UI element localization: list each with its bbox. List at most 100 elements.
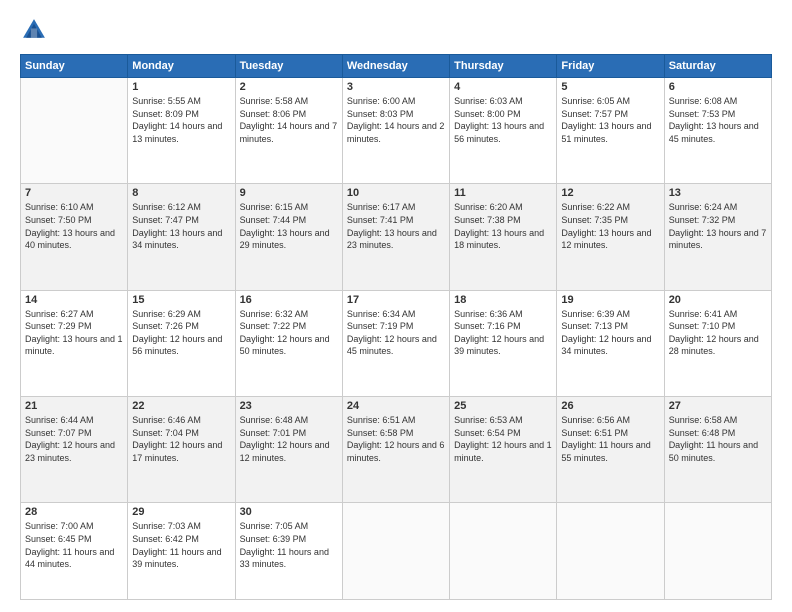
calendar-table: SundayMondayTuesdayWednesdayThursdayFrid… xyxy=(20,54,772,600)
calendar-cell: 12 Sunrise: 6:22 AMSunset: 7:35 PMDayligh… xyxy=(557,184,664,290)
day-info: Sunrise: 6:10 AMSunset: 7:50 PMDaylight:… xyxy=(25,201,123,251)
weekday-header-row: SundayMondayTuesdayWednesdayThursdayFrid… xyxy=(21,55,772,78)
calendar-week-5: 28Sunrise: 7:00 AMSunset: 6:45 PMDayligh… xyxy=(21,503,772,600)
day-number: 11 xyxy=(454,187,552,199)
day-number: 26 xyxy=(561,400,659,412)
day-info: Sunrise: 6:58 AMSunset: 6:48 PMDaylight:… xyxy=(669,414,767,464)
weekday-header-saturday: Saturday xyxy=(664,55,771,78)
day-number: 24 xyxy=(347,400,445,412)
day-info: Sunrise: 7:03 AMSunset: 6:42 PMDaylight:… xyxy=(132,520,230,570)
day-number: 6 xyxy=(669,81,767,93)
calendar-cell: 11 Sunrise: 6:20 AMSunset: 7:38 PMDayligh… xyxy=(450,184,557,290)
day-number: 13 xyxy=(669,187,767,199)
day-info: Sunrise: 6:36 AMSunset: 7:16 PMDaylight:… xyxy=(454,308,552,358)
day-number: 2 xyxy=(240,81,338,93)
day-info: Sunrise: 6:22 AMSunset: 7:35 PMDaylight:… xyxy=(561,201,659,251)
day-number: 20 xyxy=(669,294,767,306)
calendar-cell xyxy=(21,78,128,184)
calendar-cell: 24 Sunrise: 6:51 AMSunset: 6:58 PMDayligh… xyxy=(342,396,449,502)
calendar-cell: 20 Sunrise: 6:41 AMSunset: 7:10 PMDayligh… xyxy=(664,290,771,396)
calendar-week-1: 1 Sunrise: 5:55 AMSunset: 8:09 PMDaylight… xyxy=(21,78,772,184)
calendar-cell xyxy=(342,503,449,600)
weekday-header-monday: Monday xyxy=(128,55,235,78)
calendar-cell: 13 Sunrise: 6:24 AMSunset: 7:32 PMDayligh… xyxy=(664,184,771,290)
day-info: Sunrise: 6:12 AMSunset: 7:47 PMDaylight:… xyxy=(132,201,230,251)
day-info: Sunrise: 6:44 AMSunset: 7:07 PMDaylight:… xyxy=(25,414,123,464)
day-number: 16 xyxy=(240,294,338,306)
day-number: 23 xyxy=(240,400,338,412)
calendar-body: 1 Sunrise: 5:55 AMSunset: 8:09 PMDaylight… xyxy=(21,78,772,600)
day-info: Sunrise: 6:53 AMSunset: 6:54 PMDaylight:… xyxy=(454,414,552,464)
day-info: Sunrise: 6:15 AMSunset: 7:44 PMDaylight:… xyxy=(240,201,338,251)
calendar-cell: 7 Sunrise: 6:10 AMSunset: 7:50 PMDaylight… xyxy=(21,184,128,290)
calendar-cell: 29 Sunrise: 7:03 AMSunset: 6:42 PMDayligh… xyxy=(128,503,235,600)
calendar-cell: 25Sunrise: 6:53 AMSunset: 6:54 PMDayligh… xyxy=(450,396,557,502)
calendar-cell: 18 Sunrise: 6:36 AMSunset: 7:16 PMDayligh… xyxy=(450,290,557,396)
calendar-cell: 1 Sunrise: 5:55 AMSunset: 8:09 PMDaylight… xyxy=(128,78,235,184)
calendar-cell: 28Sunrise: 7:00 AMSunset: 6:45 PMDayligh… xyxy=(21,503,128,600)
calendar-cell: 9 Sunrise: 6:15 AMSunset: 7:44 PMDaylight… xyxy=(235,184,342,290)
calendar-cell: 3 Sunrise: 6:00 AMSunset: 8:03 PMDaylight… xyxy=(342,78,449,184)
day-number: 7 xyxy=(25,187,123,199)
day-number: 29 xyxy=(132,506,230,518)
day-number: 1 xyxy=(132,81,230,93)
day-number: 10 xyxy=(347,187,445,199)
logo-icon xyxy=(20,16,48,44)
day-info: Sunrise: 7:05 AMSunset: 6:39 PMDaylight:… xyxy=(240,520,338,570)
day-number: 28 xyxy=(25,506,123,518)
weekday-header-thursday: Thursday xyxy=(450,55,557,78)
day-info: Sunrise: 6:24 AMSunset: 7:32 PMDaylight:… xyxy=(669,201,767,251)
day-info: Sunrise: 6:00 AMSunset: 8:03 PMDaylight:… xyxy=(347,95,445,145)
calendar-cell: 16 Sunrise: 6:32 AMSunset: 7:22 PMDayligh… xyxy=(235,290,342,396)
day-number: 9 xyxy=(240,187,338,199)
calendar-cell xyxy=(450,503,557,600)
day-info: Sunrise: 6:32 AMSunset: 7:22 PMDaylight:… xyxy=(240,308,338,358)
day-number: 3 xyxy=(347,81,445,93)
calendar-cell: 6 Sunrise: 6:08 AMSunset: 7:53 PMDaylight… xyxy=(664,78,771,184)
calendar-cell: 8 Sunrise: 6:12 AMSunset: 7:47 PMDaylight… xyxy=(128,184,235,290)
calendar-cell: 17 Sunrise: 6:34 AMSunset: 7:19 PMDayligh… xyxy=(342,290,449,396)
day-info: Sunrise: 6:08 AMSunset: 7:53 PMDaylight:… xyxy=(669,95,767,145)
calendar-cell xyxy=(557,503,664,600)
weekday-header-tuesday: Tuesday xyxy=(235,55,342,78)
calendar-cell: 2Sunrise: 5:58 AMSunset: 8:06 PMDaylight… xyxy=(235,78,342,184)
calendar-cell: 15 Sunrise: 6:29 AMSunset: 7:26 PMDayligh… xyxy=(128,290,235,396)
day-number: 30 xyxy=(240,506,338,518)
calendar-header: SundayMondayTuesdayWednesdayThursdayFrid… xyxy=(21,55,772,78)
day-info: Sunrise: 6:29 AMSunset: 7:26 PMDaylight:… xyxy=(132,308,230,358)
day-info: Sunrise: 6:34 AMSunset: 7:19 PMDaylight:… xyxy=(347,308,445,358)
day-info: Sunrise: 6:05 AMSunset: 7:57 PMDaylight:… xyxy=(561,95,659,145)
day-info: Sunrise: 5:55 AMSunset: 8:09 PMDaylight:… xyxy=(132,95,230,145)
day-number: 12 xyxy=(561,187,659,199)
calendar-cell: 14 Sunrise: 6:27 AMSunset: 7:29 PMDayligh… xyxy=(21,290,128,396)
calendar-cell: 30 Sunrise: 7:05 AMSunset: 6:39 PMDayligh… xyxy=(235,503,342,600)
day-info: Sunrise: 6:03 AMSunset: 8:00 PMDaylight:… xyxy=(454,95,552,145)
day-info: Sunrise: 6:51 AMSunset: 6:58 PMDaylight:… xyxy=(347,414,445,464)
day-info: Sunrise: 6:56 AMSunset: 6:51 PMDaylight:… xyxy=(561,414,659,464)
day-info: Sunrise: 6:27 AMSunset: 7:29 PMDaylight:… xyxy=(25,308,123,358)
day-number: 17 xyxy=(347,294,445,306)
weekday-header-wednesday: Wednesday xyxy=(342,55,449,78)
day-number: 8 xyxy=(132,187,230,199)
calendar-cell: 26 Sunrise: 6:56 AMSunset: 6:51 PMDayligh… xyxy=(557,396,664,502)
day-number: 14 xyxy=(25,294,123,306)
day-number: 5 xyxy=(561,81,659,93)
calendar-cell: 22Sunrise: 6:46 AMSunset: 7:04 PMDayligh… xyxy=(128,396,235,502)
calendar-cell xyxy=(664,503,771,600)
day-number: 15 xyxy=(132,294,230,306)
day-number: 27 xyxy=(669,400,767,412)
day-info: Sunrise: 6:41 AMSunset: 7:10 PMDaylight:… xyxy=(669,308,767,358)
day-info: Sunrise: 6:20 AMSunset: 7:38 PMDaylight:… xyxy=(454,201,552,251)
calendar-cell: 21Sunrise: 6:44 AMSunset: 7:07 PMDayligh… xyxy=(21,396,128,502)
day-number: 22 xyxy=(132,400,230,412)
calendar-week-3: 14 Sunrise: 6:27 AMSunset: 7:29 PMDayligh… xyxy=(21,290,772,396)
header xyxy=(20,16,772,44)
weekday-header-friday: Friday xyxy=(557,55,664,78)
calendar-week-4: 21Sunrise: 6:44 AMSunset: 7:07 PMDayligh… xyxy=(21,396,772,502)
calendar-cell: 4 Sunrise: 6:03 AMSunset: 8:00 PMDaylight… xyxy=(450,78,557,184)
calendar-cell: 23Sunrise: 6:48 AMSunset: 7:01 PMDayligh… xyxy=(235,396,342,502)
weekday-header-sunday: Sunday xyxy=(21,55,128,78)
logo xyxy=(20,16,52,44)
day-number: 4 xyxy=(454,81,552,93)
day-number: 18 xyxy=(454,294,552,306)
